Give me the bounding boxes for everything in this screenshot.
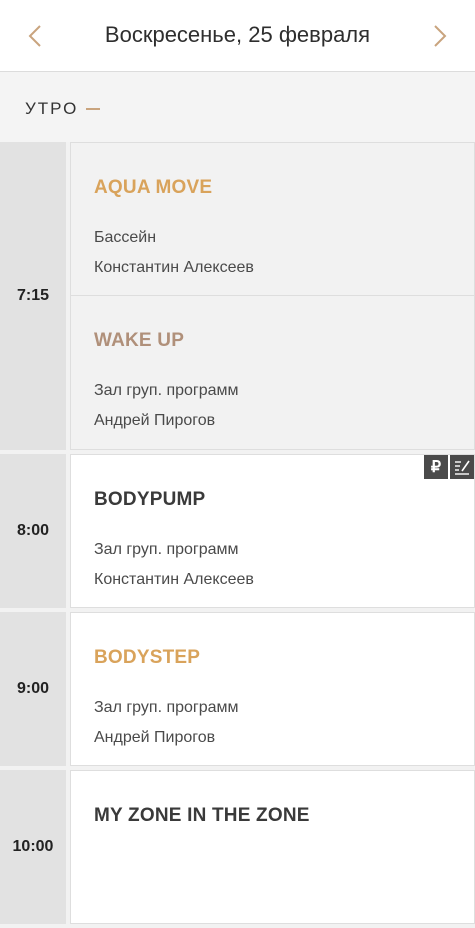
- schedule-list: 7:15 AQUA MOVE Бассейн Константин Алексе…: [0, 142, 475, 928]
- slot-time: 7:15: [0, 142, 70, 450]
- slot-time: 9:00: [0, 612, 70, 766]
- section-label: УТРО: [25, 99, 79, 118]
- chevron-right-icon: [434, 25, 447, 47]
- slot-time: 8:00: [0, 454, 70, 608]
- class-badges: ₽: [424, 455, 474, 479]
- class-coach: Константин Алексеев: [94, 259, 254, 276]
- class-room: Зал груп. программ: [94, 541, 239, 558]
- class-room: Зал груп. программ: [94, 699, 239, 716]
- class-room: Зал груп. программ: [94, 382, 239, 399]
- class-name: WAKE UP: [94, 330, 185, 351]
- section-morning: УТРО: [0, 72, 475, 142]
- edit-list-icon: [450, 455, 474, 479]
- class-coach: Константин Алексеев: [94, 571, 254, 588]
- class-room: Бассейн: [94, 229, 157, 246]
- time-slot: 7:15 AQUA MOVE Бассейн Константин Алексе…: [0, 142, 475, 450]
- next-day-button[interactable]: [429, 22, 451, 50]
- date-title: Воскресенье, 25 февраля: [104, 22, 371, 47]
- class-name: BODYPUMP: [94, 489, 206, 510]
- class-coach: Андрей Пирогов: [94, 729, 216, 746]
- slot-time: 10:00: [0, 770, 70, 924]
- class-card[interactable]: AQUA MOVE Бассейн Константин Алексеев: [70, 142, 475, 296]
- collapse-section-button[interactable]: [86, 108, 100, 110]
- class-card[interactable]: BODYSTEP Зал груп. программ Андрей Пирог…: [70, 612, 475, 766]
- class-card[interactable]: ₽ BODYPUMP Зал груп. программ Константин…: [70, 454, 475, 608]
- class-card[interactable]: WAKE UP Зал груп. программ Андрей Пирого…: [70, 296, 475, 450]
- ruble-icon: ₽: [424, 455, 448, 479]
- class-card[interactable]: MY ZONE IN THE ZONE: [70, 770, 475, 924]
- time-slot: 9:00 BODYSTEP Зал груп. программ Андрей …: [0, 612, 475, 766]
- class-name: MY ZONE IN THE ZONE: [94, 805, 310, 826]
- date-header: Воскресенье, 25 февраля: [0, 0, 475, 72]
- class-name: AQUA MOVE: [94, 177, 213, 198]
- time-slot: 8:00 ₽ BODYPUMP Зал груп. программ Конст…: [0, 454, 475, 608]
- class-coach: Андрей Пирогов: [94, 412, 216, 429]
- time-slot: 10:00 MY ZONE IN THE ZONE: [0, 770, 475, 924]
- class-name: BODYSTEP: [94, 647, 201, 668]
